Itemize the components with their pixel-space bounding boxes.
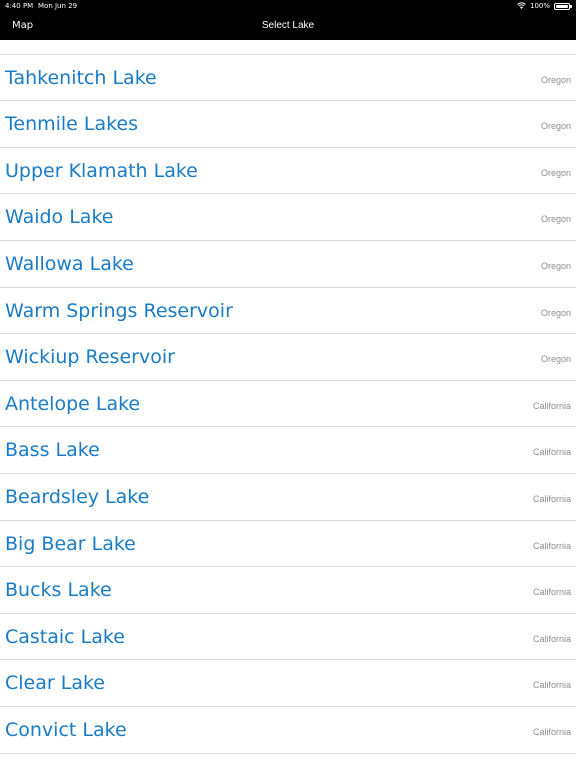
lake-state: Oregon — [540, 260, 571, 271]
lake-row[interactable]: Bass Lake California — [0, 427, 576, 474]
lake-state: California — [532, 540, 571, 551]
lake-name: Wickiup Reservoir — [5, 346, 175, 369]
lake-state: California — [532, 726, 571, 737]
lake-state: Oregon — [540, 307, 571, 318]
lake-row[interactable]: Big Bear Lake California — [0, 521, 576, 568]
lake-name: Tenmile Lakes — [5, 113, 139, 136]
lake-row[interactable]: Upper Klamath Lake Oregon — [0, 148, 576, 195]
screen: 4:40 PM Mon Jun 29 100% Map Select Lake … — [0, 0, 576, 768]
lake-state: California — [532, 680, 571, 691]
lake-state: California — [532, 447, 571, 458]
lake-list-content: OregonTahkenitch LakeOregonTenmile Lakes… — [0, 40, 576, 768]
lake-state: Oregon — [540, 167, 571, 178]
lake-row[interactable]: Bucks Lake California — [0, 567, 576, 614]
wifi-icon — [517, 2, 526, 9]
lake-row[interactable]: Waido Lake Oregon — [0, 194, 576, 241]
lake-name: Bass Lake — [5, 439, 100, 462]
lake-state: Oregon — [540, 121, 571, 132]
lake-state: Oregon — [540, 354, 571, 365]
lake-row[interactable]: Oregon — [0, 40, 576, 55]
lake-name: Warm Springs Reservoir — [5, 299, 233, 322]
lake-name: Beardsley Lake — [5, 485, 150, 508]
lake-row[interactable]: Convict Lake California — [0, 707, 576, 754]
lake-row[interactable]: Castaic Lake California — [0, 614, 576, 661]
lake-state: Oregon — [540, 74, 571, 85]
lake-name: Clear Lake — [5, 672, 105, 695]
lake-row[interactable]: Beardsley Lake California — [0, 474, 576, 521]
navigation-bar: Map Select Lake — [0, 12, 576, 40]
lake-state: California — [532, 400, 571, 411]
lake-row[interactable]: Tahkenitch Lake Oregon — [0, 55, 576, 102]
lake-name: Wallowa Lake — [5, 252, 134, 275]
lake-name: Castaic Lake — [5, 625, 125, 648]
battery-percent: 100% — [529, 2, 550, 10]
lake-row[interactable]: Clear Lake California — [0, 660, 576, 707]
status-date: Mon Jun 29 — [38, 2, 78, 10]
battery-icon — [554, 2, 572, 10]
lake-state: Oregon — [541, 40, 571, 56]
status-bar: 4:40 PM Mon Jun 29 100% — [0, 0, 576, 12]
lake-state: California — [532, 493, 571, 504]
status-indicators: 100% — [517, 0, 572, 12]
lake-name: Convict Lake — [5, 718, 127, 741]
lake-row[interactable]: Tenmile Lakes Oregon — [0, 101, 576, 148]
lake-name: Waido Lake — [5, 206, 114, 229]
lake-row[interactable]: Warm Springs Reservoir Oregon — [0, 288, 576, 335]
lake-list[interactable]: OregonTahkenitch LakeOregonTenmile Lakes… — [0, 40, 576, 768]
lake-name: Bucks Lake — [5, 579, 112, 602]
lake-row[interactable]: Antelope Lake California — [0, 381, 576, 428]
lake-state: California — [532, 633, 571, 644]
lake-name: Upper Klamath Lake — [5, 159, 198, 182]
status-time: 4:40 PM — [5, 2, 34, 10]
lake-row[interactable] — [0, 754, 576, 768]
lake-row[interactable]: Wallowa Lake Oregon — [0, 241, 576, 288]
lake-state: California — [532, 587, 571, 598]
lake-name: Tahkenitch Lake — [5, 66, 157, 89]
page-title: Select Lake — [261, 20, 315, 31]
lake-row[interactable]: Wickiup Reservoir Oregon — [0, 334, 576, 381]
lake-state: Oregon — [540, 214, 571, 225]
lake-name: Antelope Lake — [5, 392, 141, 415]
lake-name: Big Bear Lake — [5, 532, 136, 555]
